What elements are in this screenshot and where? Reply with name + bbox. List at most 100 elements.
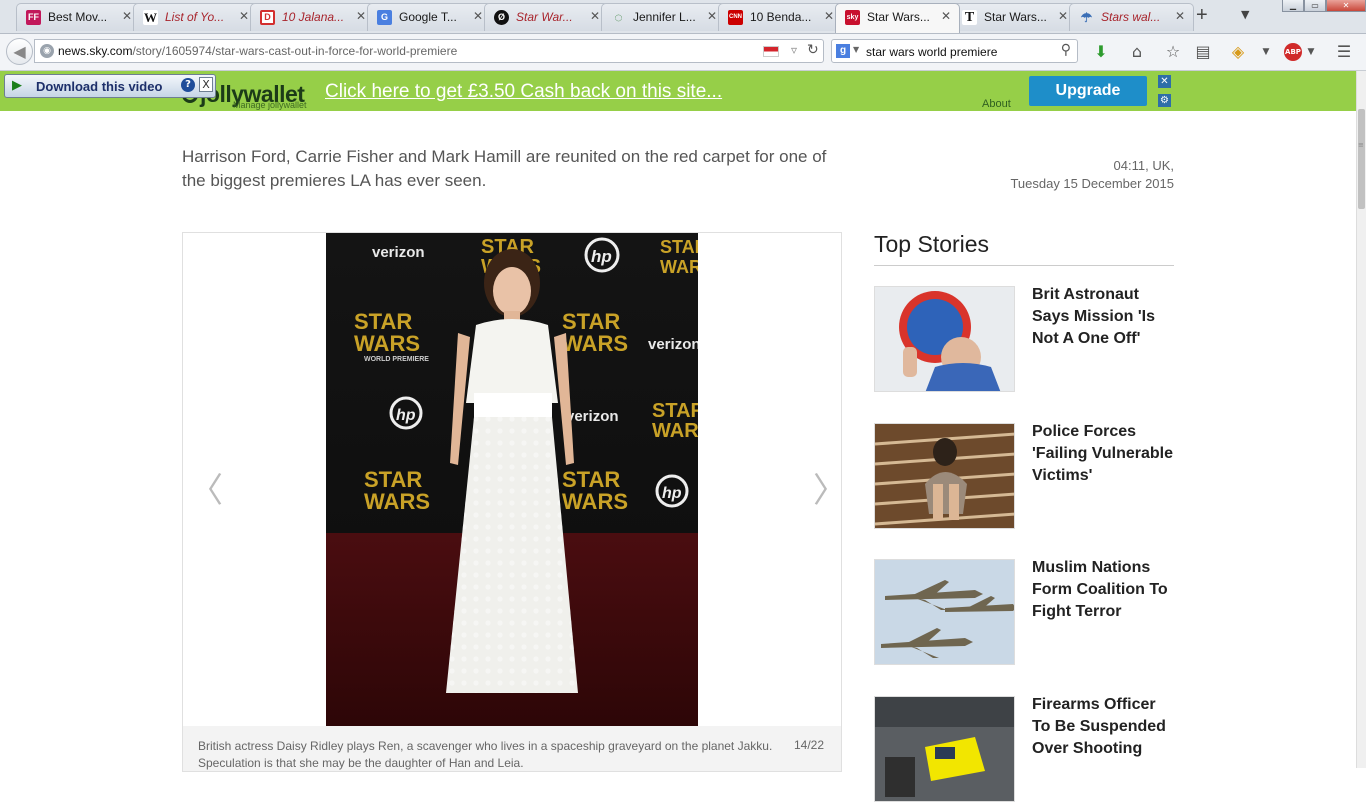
close-icon[interactable]: X xyxy=(199,77,213,92)
new-tab-button[interactable]: + xyxy=(1196,4,1208,27)
close-icon[interactable]: ✕ xyxy=(824,9,834,23)
tab-jennifer[interactable]: ◌ Jennifer L... ✕ xyxy=(601,3,726,31)
back-button[interactable]: ◀ xyxy=(6,38,33,65)
tab-strip: FF Best Mov... ✕ W List of Yo... ✕ D 10 … xyxy=(0,0,1366,34)
backdrop-wars: WARS xyxy=(562,331,628,356)
story-thumbnail[interactable] xyxy=(874,696,1015,802)
close-icon[interactable]: ✕ xyxy=(707,9,717,23)
bookmarks-list-icon[interactable]: ▤ xyxy=(1193,42,1213,62)
url-path: /story/1605974/star-wars-cast-out-in-for… xyxy=(132,44,458,58)
site-icon: ☂ xyxy=(1080,10,1093,25)
help-icon[interactable]: ? xyxy=(181,78,195,92)
backdrop-verizon: verizon xyxy=(566,408,619,425)
search-icon[interactable]: ⚲ xyxy=(1061,42,1071,58)
top-stories-title: Top Stories xyxy=(874,228,1174,266)
backdrop-verizon: verizon xyxy=(648,336,698,353)
tab-google-translate[interactable]: G Google T... ✕ xyxy=(367,3,492,31)
tab-label: List of Yo... xyxy=(165,10,225,24)
tab-star-wars-telegraph[interactable]: T Star Wars... ✕ xyxy=(952,3,1077,31)
close-icon[interactable]: ✕ xyxy=(1158,75,1171,88)
tab-star-wars-sky-news[interactable]: sky Star Wars... ✕ xyxy=(835,3,960,33)
gallery-next-arrow-icon[interactable]: 〉 xyxy=(813,463,847,512)
cnn-icon: CNN xyxy=(728,10,743,25)
download-icon[interactable]: ⬇ xyxy=(1091,42,1111,62)
top-stories: Top Stories Brit Astronaut Says Mission … xyxy=(874,228,1174,802)
menu-icon[interactable]: ☰ xyxy=(1334,42,1354,62)
url-bar[interactable]: ◉ news.sky.com/story/1605974/star-wars-c… xyxy=(34,39,824,63)
list-all-tabs-icon[interactable]: ▼ xyxy=(1241,8,1249,21)
backdrop-hp: hp xyxy=(396,407,416,424)
story-title[interactable]: Police Forces 'Failing Vulnerable Victim… xyxy=(1032,421,1174,487)
girl-on-stairs-photo xyxy=(875,424,1014,528)
story-thumbnail[interactable] xyxy=(874,423,1015,529)
addon-dropdown-icon[interactable]: ▼ xyxy=(1256,42,1276,62)
google-search-engine-icon[interactable]: g xyxy=(836,44,850,58)
story-item[interactable]: Brit Astronaut Says Mission 'Is Not A On… xyxy=(874,286,1174,396)
backdrop-wars: WARS xyxy=(652,420,698,442)
article-standfirst: Harrison Ford, Carrie Fisher and Mark Ha… xyxy=(182,147,827,190)
bookmark-star-icon[interactable]: ☆ xyxy=(1163,42,1183,62)
gallery-prev-arrow-icon[interactable]: 〈 xyxy=(189,463,223,512)
story-thumbnail[interactable] xyxy=(874,559,1015,665)
tab-label: 10 Jalana... xyxy=(282,10,345,24)
close-icon[interactable]: ✕ xyxy=(473,9,483,23)
gear-icon[interactable]: ⚙ xyxy=(1158,94,1171,107)
story-title[interactable]: Firearms Officer To Be Suspended Over Sh… xyxy=(1032,694,1174,760)
wikipedia-icon: W xyxy=(143,10,158,25)
scrollbar-grip-icon: ≡ xyxy=(1358,141,1364,149)
adblock-plus-icon[interactable]: ABP xyxy=(1284,43,1302,61)
addon-icon[interactable]: ◈ xyxy=(1228,42,1248,62)
close-icon[interactable]: ✕ xyxy=(356,9,366,23)
tab-label: Star Wars... xyxy=(984,10,1047,24)
url-text[interactable]: news.sky.com/story/1605974/star-wars-cas… xyxy=(58,44,457,58)
backdrop-wars: WARS xyxy=(660,257,698,277)
download-video-button[interactable]: ▶ Download this video ? X xyxy=(4,74,216,98)
search-bar[interactable]: g ▼ star wars world premiere ⚲ xyxy=(831,39,1078,63)
adblock-dropdown-icon[interactable]: ▼ xyxy=(1301,42,1321,62)
dream-icon: D xyxy=(260,10,275,25)
tab-10-jalanan[interactable]: D 10 Jalana... ✕ xyxy=(250,3,375,31)
close-icon[interactable]: ✕ xyxy=(122,9,132,23)
story-title[interactable]: Brit Astronaut Says Mission 'Is Not A On… xyxy=(1032,284,1174,350)
page-scrollbar[interactable]: ≡ xyxy=(1356,71,1366,768)
story-item[interactable]: Firearms Officer To Be Suspended Over Sh… xyxy=(874,696,1174,806)
tab-10-benda[interactable]: CNN 10 Benda... ✕ xyxy=(718,3,843,31)
manage-jollywallet-link[interactable]: Manage jollywallet xyxy=(233,100,307,110)
close-icon[interactable]: ✕ xyxy=(1175,9,1185,23)
gallery-caption: British actress Daisy Ridley plays Ren, … xyxy=(198,739,773,770)
tab-label: 10 Benda... xyxy=(750,10,812,24)
search-input[interactable]: star wars world premiere xyxy=(866,45,997,59)
scrollbar-thumb[interactable] xyxy=(1358,109,1365,209)
back-arrow-icon: ◀ xyxy=(13,42,26,61)
tab-best-movies[interactable]: FF Best Mov... ✕ xyxy=(16,3,141,31)
search-engine-dropdown-icon[interactable]: ▼ xyxy=(853,45,859,54)
url-history-dropdown-icon[interactable]: ▿ xyxy=(791,43,797,57)
flag-icon[interactable] xyxy=(763,46,779,57)
maximize-icon[interactable]: ▭ xyxy=(1304,0,1326,12)
close-icon[interactable]: ✕ xyxy=(239,9,249,23)
gallery-counter: 14/22 xyxy=(794,738,825,752)
gallery-photo[interactable]: verizon STAR WARS hp STAR WARS STAR WARS… xyxy=(326,233,698,726)
globe-icon: ◉ xyxy=(40,44,54,58)
story-item[interactable]: Muslim Nations Form Coalition To Fight T… xyxy=(874,559,1174,669)
astronaut-photo xyxy=(875,287,1014,391)
tab-stars-walk[interactable]: ☂ Stars wal... ✕ xyxy=(1069,3,1194,31)
close-icon[interactable]: ✕ xyxy=(941,9,951,23)
tab-label: Google T... xyxy=(399,10,457,24)
reload-icon[interactable]: ↻ xyxy=(807,42,819,58)
story-thumbnail[interactable] xyxy=(874,286,1015,392)
story-title[interactable]: Muslim Nations Form Coalition To Fight T… xyxy=(1032,557,1174,623)
tab-wikipedia[interactable]: W List of Yo... ✕ xyxy=(133,3,258,31)
story-item[interactable]: Police Forces 'Failing Vulnerable Victim… xyxy=(874,423,1174,533)
close-icon[interactable]: ✕ xyxy=(1058,9,1068,23)
backdrop-star: STAR xyxy=(652,400,698,422)
tab-star-wars-1[interactable]: Ø Star War... ✕ xyxy=(484,3,609,31)
cashback-link[interactable]: Click here to get £3.50 Cash back on thi… xyxy=(325,81,722,103)
home-icon[interactable]: ⌂ xyxy=(1127,42,1147,62)
close-icon[interactable]: ✕ xyxy=(590,9,600,23)
download-video-label: Download this video xyxy=(36,79,163,94)
upgrade-button[interactable]: Upgrade xyxy=(1029,76,1147,106)
window-close-icon[interactable]: ✕ xyxy=(1326,0,1366,12)
minimize-icon[interactable]: ▁ xyxy=(1282,0,1304,12)
about-link[interactable]: About xyxy=(982,98,1011,110)
